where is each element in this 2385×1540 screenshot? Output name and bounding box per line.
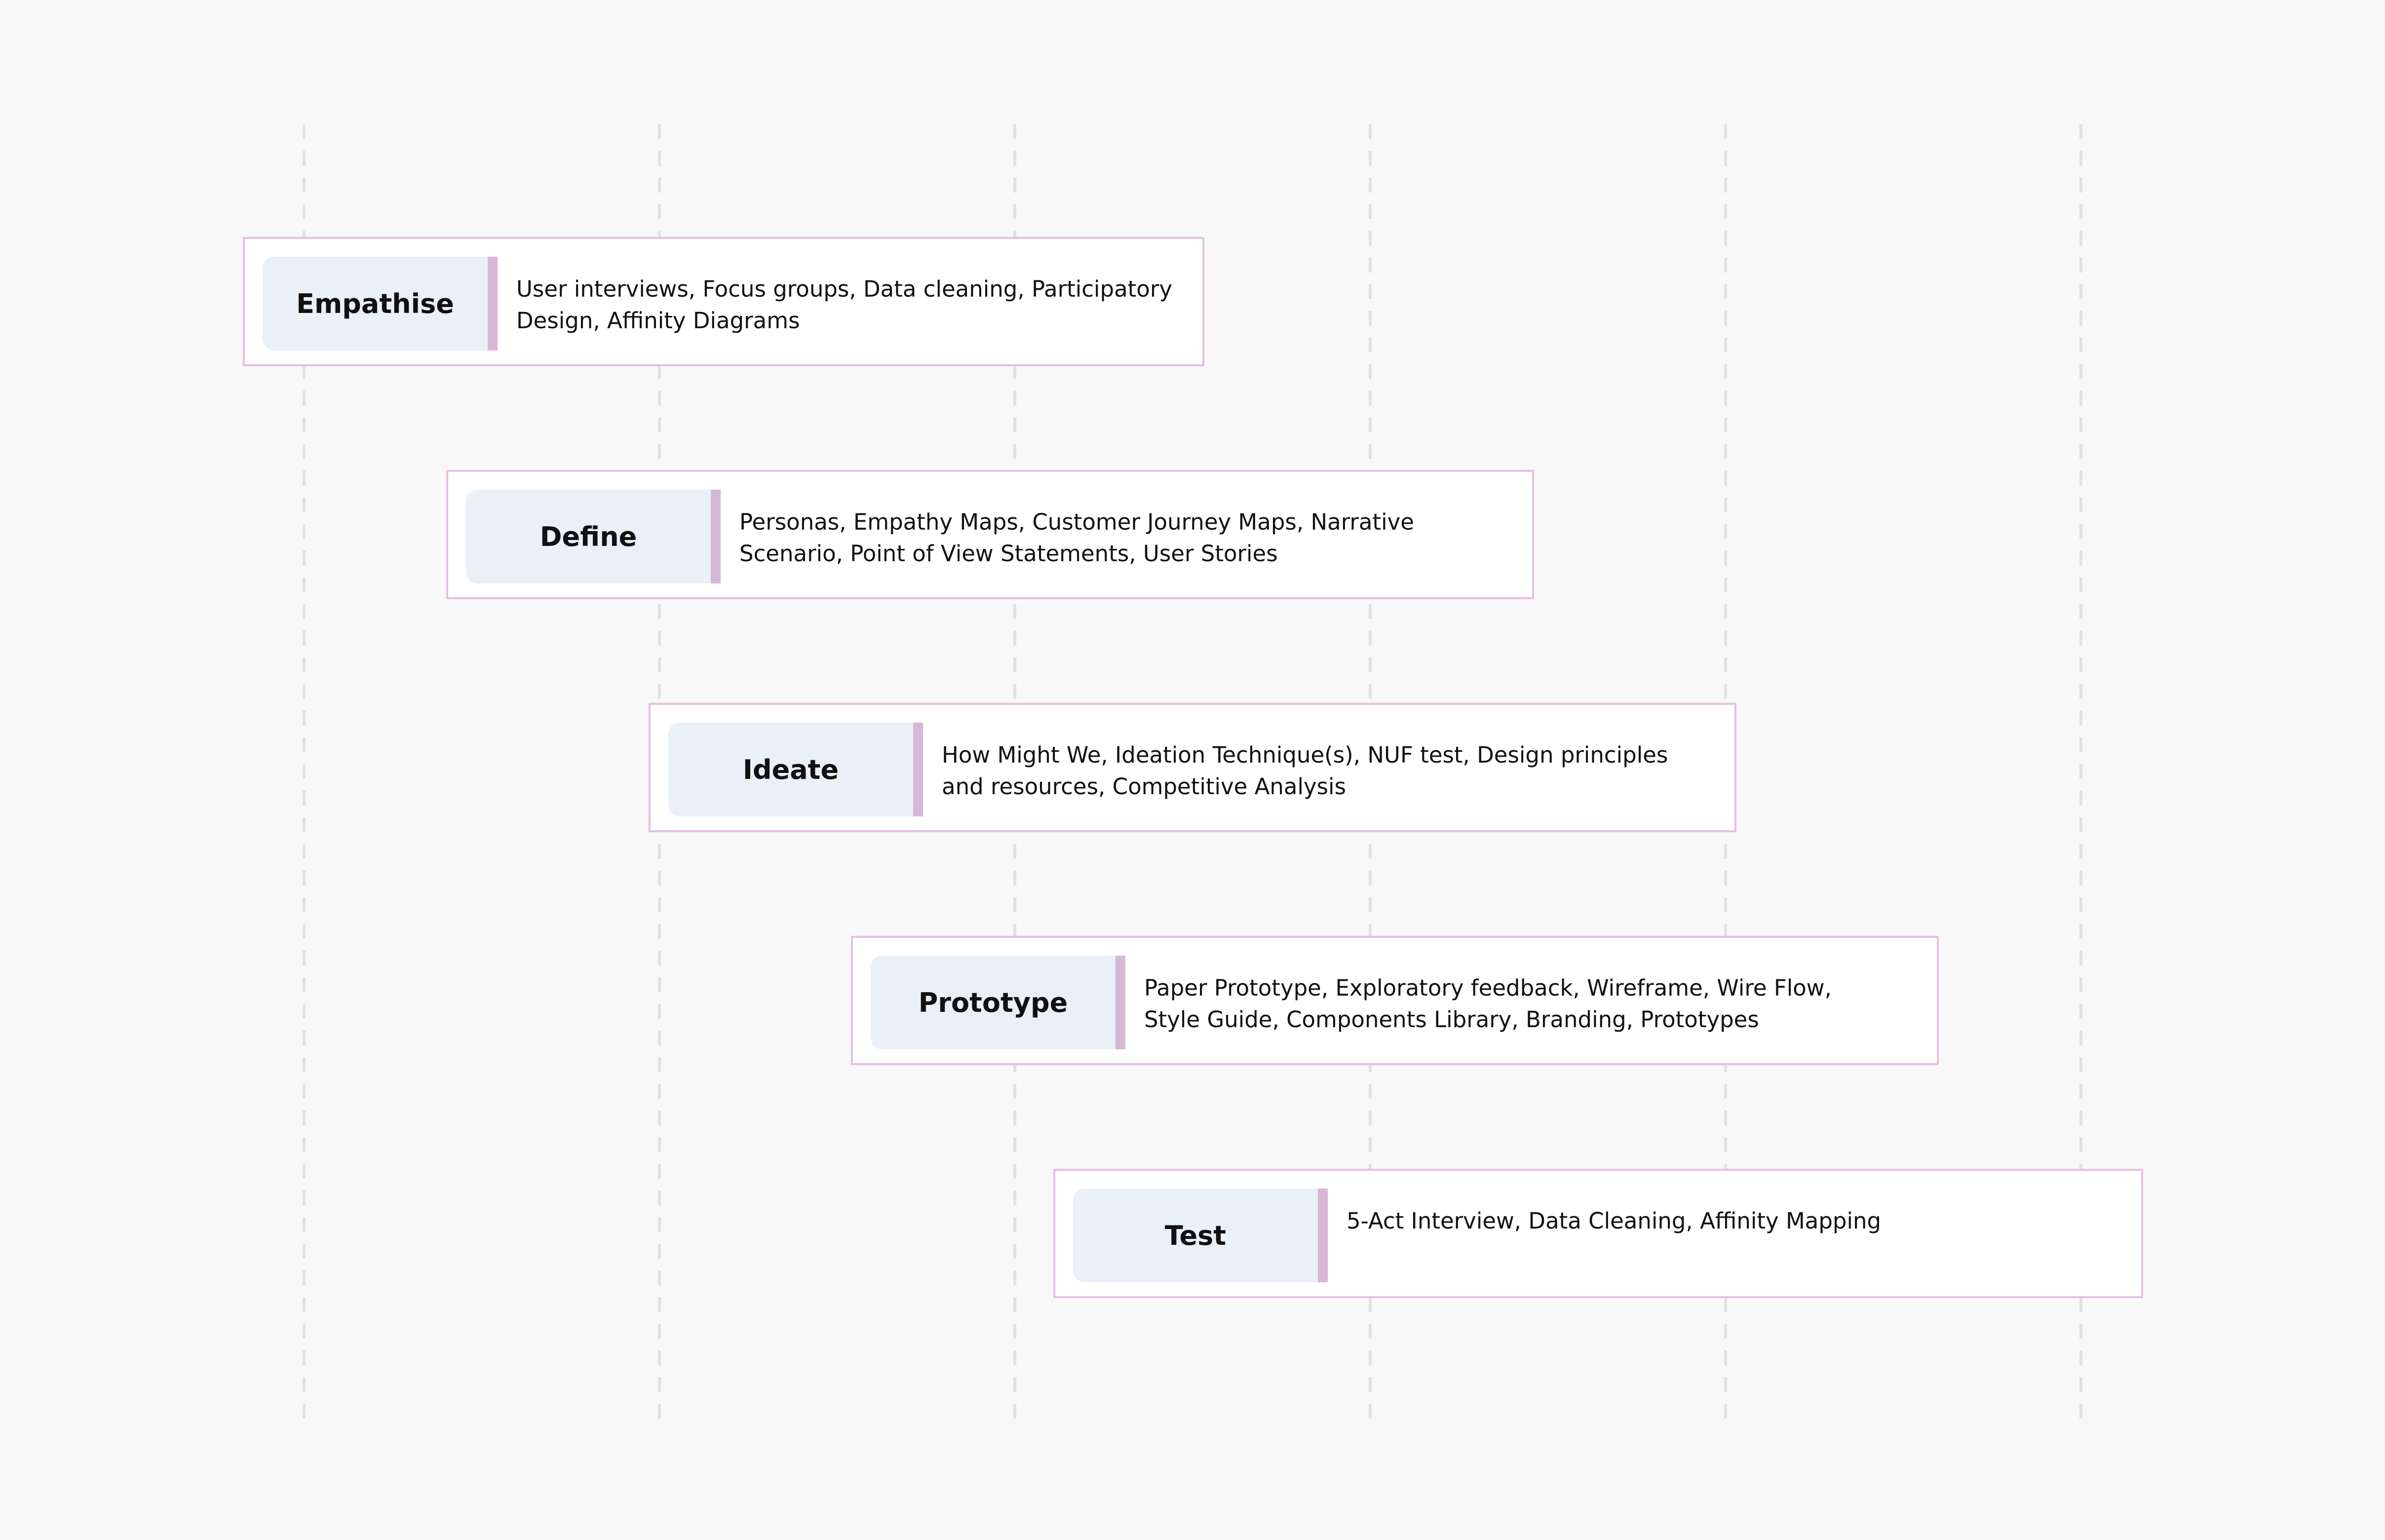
stage-methods-ideate: How Might We, Ideation Technique(s), NUF…	[942, 742, 1668, 800]
stage-label-box-define: Define	[466, 490, 721, 583]
stage-methods-prototype: Paper Prototype, Exploratory feedback, W…	[1144, 975, 1832, 1033]
stage-card-test: Test 5-Act Interview, Data Cleaning, Aff…	[1053, 1169, 2143, 1298]
stage-card-ideate: Ideate How Might We, Ideation Technique(…	[649, 703, 1736, 832]
stage-label-test: Test	[1164, 1220, 1227, 1251]
stage-label-ideate: Ideate	[742, 754, 839, 785]
stage-methods-define: Personas, Empathy Maps, Customer Journey…	[739, 509, 1414, 567]
stage-label-box-empathise: Empathise	[263, 257, 498, 350]
stage-card-prototype: Prototype Paper Prototype, Exploratory f…	[851, 936, 1939, 1065]
stage-label-define: Define	[539, 521, 637, 552]
stage-label-box-ideate: Ideate	[668, 723, 923, 816]
stage-card-define: Define Personas, Empathy Maps, Customer …	[446, 470, 1534, 599]
stage-label-box-prototype: Prototype	[871, 956, 1125, 1049]
stage-label-prototype: Prototype	[918, 987, 1068, 1018]
stage-methods-test: 5-Act Interview, Data Cleaning, Affinity…	[1346, 1208, 1882, 1234]
stage-label-box-test: Test	[1073, 1189, 1328, 1282]
stage-label-empathise: Empathise	[296, 288, 454, 319]
stage-methods-empathise: User interviews, Focus groups, Data clea…	[516, 276, 1172, 334]
stage-card-empathise: Empathise User interviews, Focus groups,…	[243, 237, 1204, 366]
